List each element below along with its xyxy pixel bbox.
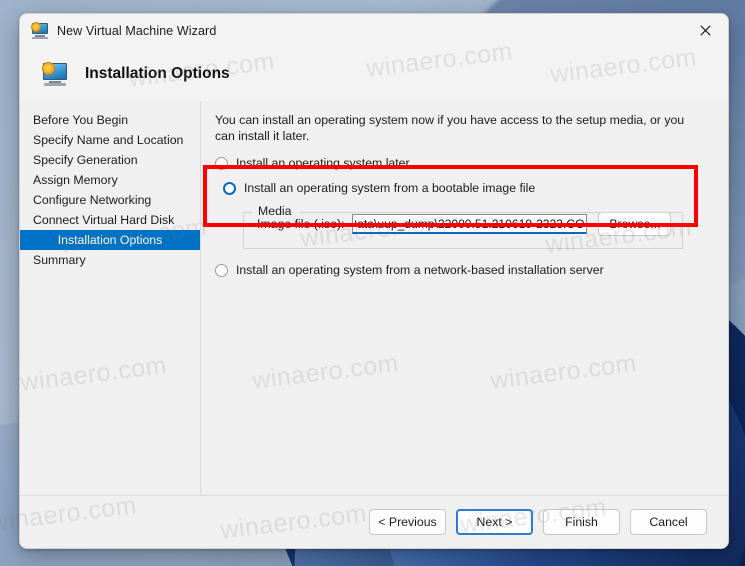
virtual-machine-icon [42, 62, 68, 86]
desktop-background: New Virtual Machine Wizard Installation … [0, 0, 745, 566]
page-title: Installation Options [85, 65, 230, 82]
previous-button[interactable]: < Previous [369, 509, 446, 535]
sidebar-item-specify-generation[interactable]: Specify Generation [20, 150, 200, 170]
sidebar-item-configure-networking[interactable]: Configure Networking [20, 190, 200, 210]
radio-icon[interactable] [215, 264, 228, 277]
sidebar-item-installation-options[interactable]: Installation Options [20, 230, 200, 250]
option-install-later-label: Install an operating system later [236, 156, 410, 170]
option-install-later[interactable]: Install an operating system later [211, 156, 710, 170]
new-virtual-machine-wizard-window: New Virtual Machine Wizard Installation … [19, 13, 729, 549]
bootable-image-section: Install an operating system from a boota… [211, 181, 710, 249]
cancel-button[interactable]: Cancel [630, 509, 707, 535]
sidebar-item-summary[interactable]: Summary [20, 250, 200, 270]
option-bootable-image[interactable]: Install an operating system from a boota… [211, 181, 710, 195]
window-title: New Virtual Machine Wizard [57, 23, 217, 38]
page-header: Installation Options [20, 47, 728, 101]
media-group-box: Media Image file (.iso): Browse... [243, 204, 683, 249]
wizard-steps-sidebar: Before You Begin Specify Name and Locati… [20, 101, 200, 495]
media-group-legend: Media [255, 204, 295, 219]
virtual-machine-icon [31, 22, 49, 39]
intro-description: You can install an operating system now … [215, 113, 685, 143]
image-file-row: Image file (.iso): Browse... [244, 212, 682, 236]
sidebar-item-specify-name-and-location[interactable]: Specify Name and Location [20, 130, 200, 150]
radio-icon[interactable] [215, 157, 228, 170]
browse-button[interactable]: Browse... [598, 212, 672, 236]
window-body: Before You Begin Specify Name and Locati… [20, 101, 728, 495]
window-titlebar: New Virtual Machine Wizard [20, 14, 728, 47]
option-network-install-label: Install an operating system from a netwo… [236, 263, 604, 277]
image-file-label: Image file (.iso): [257, 217, 345, 231]
option-network-install[interactable]: Install an operating system from a netwo… [211, 263, 710, 277]
radio-icon-selected[interactable] [223, 182, 236, 195]
option-bootable-image-label: Install an operating system from a boota… [244, 181, 536, 195]
close-icon[interactable] [683, 14, 728, 47]
sidebar-item-before-you-begin[interactable]: Before You Begin [20, 110, 200, 130]
main-content-pane: You can install an operating system now … [200, 101, 728, 495]
sidebar-item-assign-memory[interactable]: Assign Memory [20, 170, 200, 190]
image-file-input[interactable] [352, 214, 588, 234]
finish-button[interactable]: Finish [543, 509, 620, 535]
next-button[interactable]: Next > [456, 509, 533, 535]
sidebar-item-connect-virtual-hard-disk[interactable]: Connect Virtual Hard Disk [20, 210, 200, 230]
wizard-footer: < Previous Next > Finish Cancel [20, 495, 728, 548]
